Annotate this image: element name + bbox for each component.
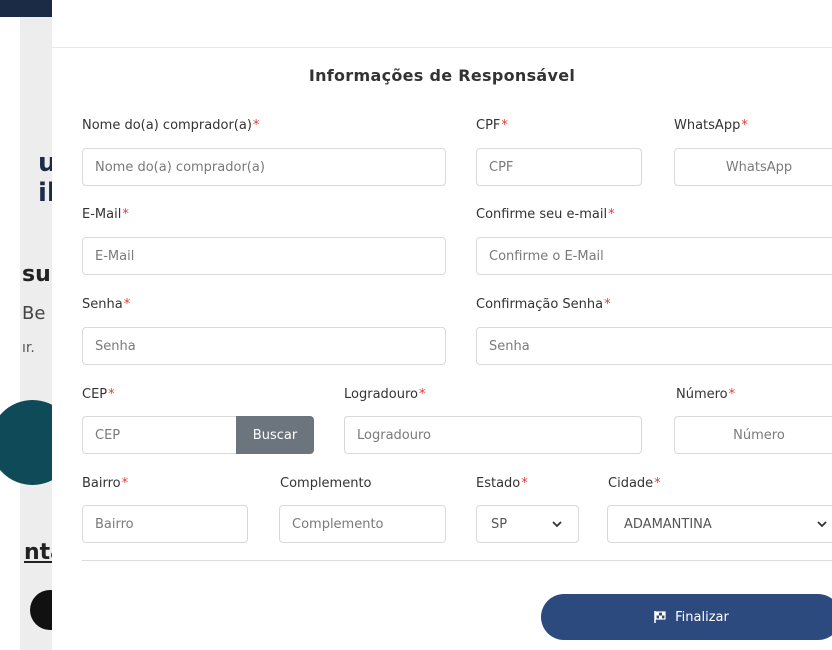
flag-icon	[654, 611, 666, 623]
bairro-label: Bairro*	[82, 476, 129, 491]
complemento-input[interactable]	[279, 505, 446, 543]
confirm-email-label: Confirme seu e-mail*	[476, 207, 615, 222]
senha-input[interactable]	[82, 327, 446, 365]
modal-header-divider	[52, 47, 832, 48]
cidade-select[interactable]: ADAMANTINA	[607, 505, 832, 543]
buscar-button[interactable]: Buscar	[236, 416, 314, 454]
confirm-senha-input[interactable]	[476, 327, 832, 365]
chevron-down-icon	[817, 521, 827, 528]
bairro-input[interactable]	[82, 505, 248, 543]
background-circle-graphic	[0, 400, 52, 485]
finalizar-label: Finalizar	[675, 609, 729, 625]
form-title: Informações de Responsável	[308, 66, 576, 85]
estado-label: Estado*	[476, 476, 528, 491]
confirm-email-input[interactable]	[476, 237, 832, 275]
cpf-label: CPF*	[476, 118, 508, 133]
numero-label: Número*	[676, 387, 736, 402]
background-link: nta	[24, 540, 52, 565]
logradouro-input[interactable]	[344, 416, 642, 454]
estado-select[interactable]: SP	[476, 505, 579, 543]
chevron-down-icon	[552, 521, 562, 528]
nome-input[interactable]	[82, 148, 446, 186]
confirm-senha-label: Confirmação Senha*	[476, 297, 611, 312]
background-subheading: su	[22, 262, 51, 287]
cpf-input[interactable]	[476, 148, 642, 186]
cidade-value: ADAMANTINA	[624, 516, 712, 532]
nome-label: Nome do(a) comprador(a)*	[82, 118, 260, 133]
cidade-label: Cidade*	[608, 476, 661, 491]
complemento-label: Complemento	[280, 476, 372, 491]
background-header	[0, 0, 52, 17]
whatsapp-label: WhatsApp*	[674, 118, 748, 133]
form-divider	[82, 560, 832, 561]
responsavel-modal: Informações de Responsável Nome do(a) co…	[52, 0, 832, 650]
email-label: E-Mail*	[82, 207, 129, 222]
cep-input[interactable]	[82, 416, 238, 454]
background-heading-2: ilír	[38, 178, 52, 208]
finalizar-button[interactable]: Finalizar	[541, 594, 832, 640]
estado-value: SP	[491, 516, 508, 532]
background-left-area	[0, 0, 20, 650]
whatsapp-input[interactable]	[674, 148, 832, 186]
background-text-small: ır.	[22, 340, 35, 356]
background-heading-1: ur	[38, 148, 52, 178]
email-input[interactable]	[82, 237, 446, 275]
background-page: ur ilír su Be ır. nta	[0, 0, 52, 650]
senha-label: Senha*	[82, 297, 131, 312]
background-text: Be	[22, 303, 46, 324]
numero-input[interactable]	[674, 416, 832, 454]
logradouro-label: Logradouro*	[344, 387, 426, 402]
cep-label: CEP*	[82, 387, 115, 402]
